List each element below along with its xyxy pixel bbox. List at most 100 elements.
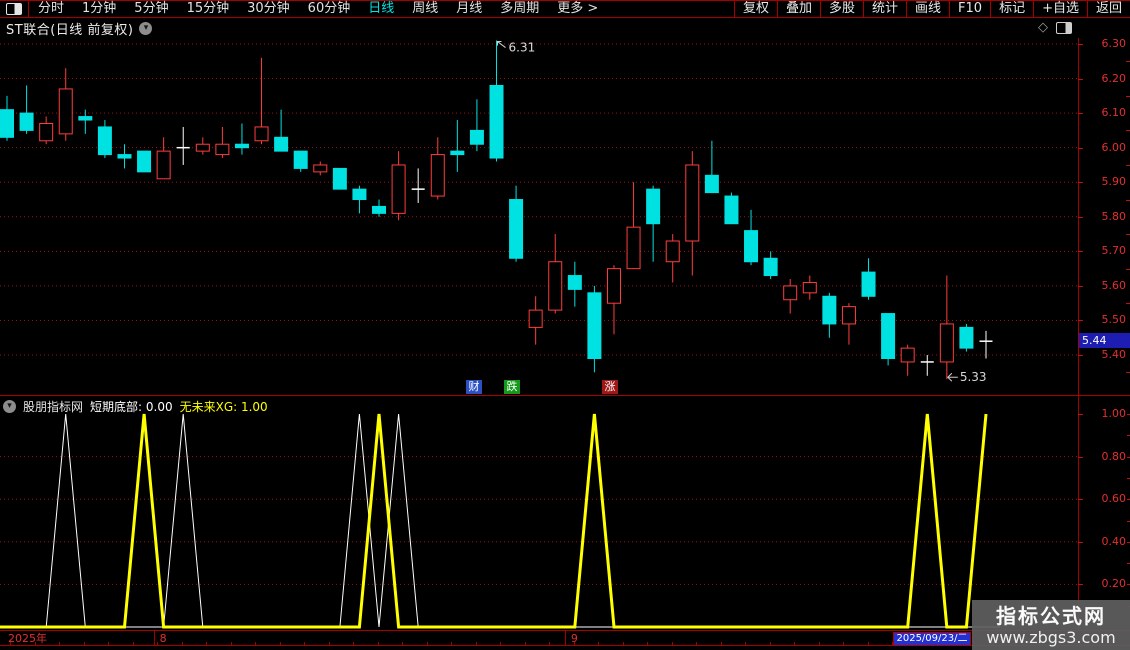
candle: [959, 323, 974, 352]
tool-menu-item[interactable]: 画线: [906, 1, 949, 17]
period-menu-item[interactable]: 周线: [403, 1, 447, 17]
candle: [372, 199, 387, 217]
time-tick: [206, 642, 207, 645]
candle: [881, 313, 896, 366]
period-menu-item[interactable]: 分时: [29, 1, 73, 17]
candle: [783, 279, 798, 314]
candle: [254, 57, 269, 145]
tool-menu-item[interactable]: 统计: [863, 1, 906, 17]
window-split-button[interactable]: [0, 1, 29, 17]
candle: [900, 344, 915, 376]
period-menu-item[interactable]: 日线: [359, 1, 403, 17]
title-dropdown-icon[interactable]: ▾: [139, 21, 153, 35]
month-separator: [564, 631, 566, 645]
candle: [176, 126, 190, 165]
price-axis-label: 6.00: [1101, 140, 1127, 154]
axis-tick: [1078, 584, 1083, 586]
candlestick-chart[interactable]: 6.31 5.33: [0, 38, 1078, 395]
tool-menu-item[interactable]: 叠加: [776, 1, 820, 17]
price-axis-label: 5.90: [1101, 175, 1127, 189]
candle: [215, 126, 230, 159]
period-menu-item[interactable]: 1分钟: [73, 1, 125, 17]
top-menu-bar: 分时 1分钟 5分钟 15分钟 30分钟 60分钟 日线 周线 月线 多周期 更多 > 复权 叠加 多股…: [0, 0, 1130, 18]
time-tick: [230, 642, 232, 645]
price-axis-label: 5.80: [1101, 209, 1127, 223]
period-menu-item[interactable]: 5分钟: [125, 1, 177, 17]
candle: [646, 185, 661, 262]
time-tick: [745, 642, 746, 645]
candle: [509, 185, 524, 262]
time-tick: [83, 642, 85, 645]
period-menu-item[interactable]: 月线: [447, 1, 491, 17]
candle: [841, 303, 856, 345]
axis-tick: [1126, 164, 1130, 166]
time-tick: [794, 642, 795, 645]
time-tick: [157, 642, 158, 645]
candle: [195, 137, 210, 155]
candle: [450, 120, 465, 172]
period-menu-item[interactable]: 多周期: [491, 1, 548, 17]
chart-badge: 财: [466, 380, 482, 394]
time-tick: [10, 642, 11, 645]
candle: [137, 150, 152, 173]
indicator-source-label: 股朋指标网: [23, 400, 84, 414]
time-tick: [451, 642, 452, 645]
candle: [293, 150, 308, 172]
candle: [528, 296, 543, 345]
price-axis-label: 5.70: [1101, 244, 1127, 258]
axis-tick: [1078, 44, 1083, 45]
candle: [234, 123, 249, 155]
tool-menu: 复权 叠加 多股 统计 画线 F10 标记 +自选 返回: [733, 1, 1130, 17]
price-gridlines: [0, 43, 1078, 356]
bottom-strip: [0, 646, 1130, 650]
axis-tick: [1126, 61, 1130, 63]
period-menu-item[interactable]: 更多 >: [548, 1, 607, 17]
time-tick: [500, 642, 501, 645]
period-menu-item[interactable]: 60分钟: [299, 1, 360, 17]
diamond-icon[interactable]: ◇: [1038, 21, 1048, 34]
time-tick: [573, 642, 575, 645]
period-menu-item[interactable]: 15分钟: [178, 1, 239, 17]
price-axis-label: 5.60: [1101, 278, 1127, 292]
time-axis[interactable]: 2025年 2025/09/23/二 89: [0, 630, 1130, 646]
candle: [19, 85, 34, 134]
period-menu-item[interactable]: 30分钟: [238, 1, 299, 17]
axis-tick: [1078, 78, 1083, 80]
time-tick: [549, 642, 550, 645]
candle: [117, 144, 132, 169]
month-label: 8: [159, 632, 167, 645]
price-axis-label: 6.10: [1101, 106, 1127, 120]
indicator-chart[interactable]: [0, 395, 1078, 630]
axis-tick: [1078, 355, 1083, 357]
candle: [39, 116, 54, 145]
candle: [763, 251, 778, 280]
candle: [469, 99, 484, 152]
tool-menu-item[interactable]: 复权: [733, 1, 777, 17]
panel-layout-icon[interactable]: [1056, 21, 1072, 34]
trading-terminal-window: 分时 1分钟 5分钟 15分钟 30分钟 60分钟 日线 周线 月线 多周期 更多 > 复权 叠加 多股…: [0, 0, 1130, 650]
tool-menu-item[interactable]: F10: [949, 1, 990, 17]
watermark-url: www.zbgs3.com: [986, 627, 1116, 647]
time-tick: [108, 642, 109, 645]
tool-menu-item[interactable]: 标记: [990, 1, 1033, 17]
candle: [411, 168, 425, 203]
time-tick: [622, 642, 624, 645]
current-price-tag: 5.44: [1079, 333, 1130, 349]
price-annotations: 6.31 5.33: [497, 41, 987, 384]
time-tick: [671, 642, 673, 645]
price-axis-label: 6.20: [1101, 71, 1127, 85]
time-tick: [402, 642, 403, 645]
axis-tick: [1078, 216, 1083, 218]
indicator-axis-label: 0.40: [1101, 534, 1127, 548]
tool-menu-item[interactable]: 返回: [1086, 1, 1130, 17]
axis-tick: [1078, 541, 1083, 543]
axis-tick: [1078, 414, 1083, 415]
time-tick: [696, 642, 697, 645]
tool-menu-item[interactable]: 多股: [819, 1, 863, 17]
tool-menu-item[interactable]: +自选: [1033, 1, 1087, 17]
time-tick: [304, 642, 305, 645]
indicator-dropdown-icon[interactable]: ▾: [3, 400, 16, 413]
axis-tick: [1078, 456, 1083, 458]
price-axis-label: 5.40: [1101, 348, 1127, 362]
axis-tick: [1126, 303, 1130, 305]
